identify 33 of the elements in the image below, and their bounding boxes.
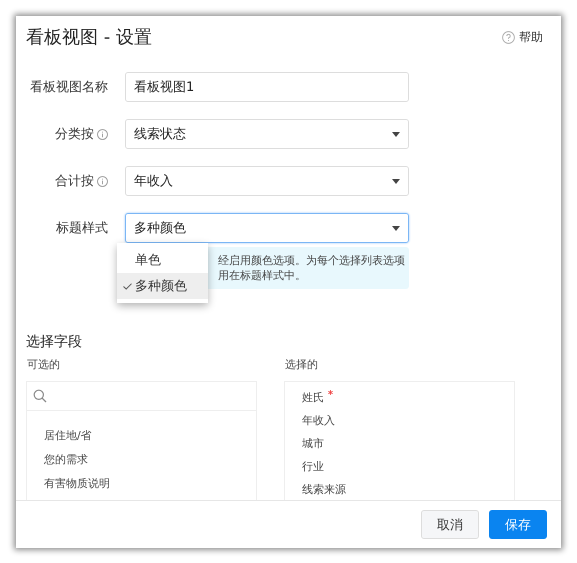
info-icon (97, 176, 108, 186)
help-link[interactable]: 帮助 (519, 28, 543, 46)
dialog-title: 看板视图 - 设置 (26, 26, 152, 49)
list-item[interactable]: 您的需求 (44, 451, 256, 469)
list-item[interactable]: 年收入 (302, 414, 335, 428)
select-field[interactable]: 线索状态 (125, 119, 409, 149)
help-icon[interactable] (502, 30, 515, 44)
info-icon (97, 128, 108, 140)
field-label: 看板视图名称 (30, 79, 108, 96)
list-item[interactable]: 城市 (302, 437, 324, 451)
check-icon (123, 282, 132, 290)
field-label: 分类按 (55, 126, 94, 143)
field-label: 标题样式 (56, 220, 108, 237)
cancel-button[interactable]: 取消 (421, 510, 479, 539)
caret-icon (392, 132, 400, 136)
list-item[interactable]: 姓氏 (302, 391, 324, 405)
select-field[interactable]: 多种颜色 (125, 213, 409, 243)
select-field[interactable]: 年收入 (125, 166, 409, 196)
caret-icon (392, 178, 400, 184)
caret-icon (392, 226, 400, 230)
list-item[interactable]: 居住地/省 (44, 427, 256, 445)
column-label: 选择的 (285, 357, 319, 372)
column-label: 可选的 (27, 357, 61, 372)
name-input[interactable]: 看板视图1 (125, 72, 409, 102)
menu-option[interactable]: 多种颜色 (117, 273, 208, 299)
list-item[interactable]: 行业 (302, 460, 324, 474)
section-title: 选择字段 (26, 333, 83, 351)
field-label: 合计按 (55, 173, 94, 190)
list-item[interactable]: 有害物质说明 (44, 475, 256, 493)
required-icon (328, 390, 333, 395)
list-item[interactable]: 线索来源 (302, 483, 346, 497)
search-icon (33, 389, 47, 403)
save-button[interactable]: 保存 (489, 510, 547, 539)
